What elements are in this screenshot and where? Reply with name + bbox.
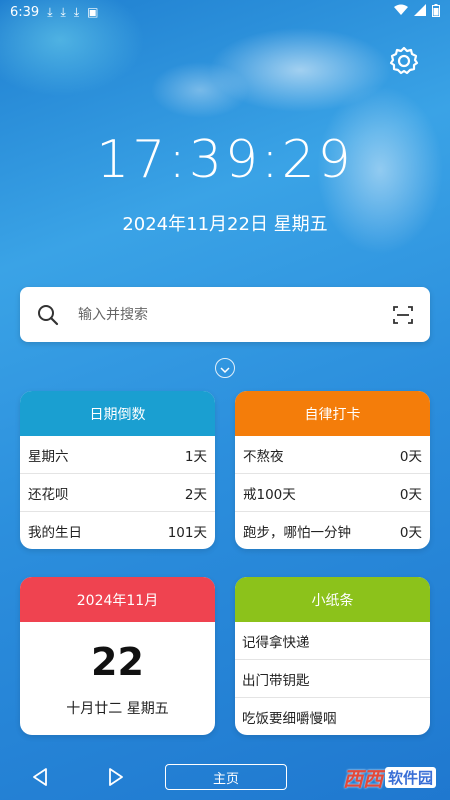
checkin-list: 不熬夜 0天 戒100天 0天 跑步，哪怕一分钟 0天: [235, 436, 430, 549]
notes-card[interactable]: 小纸条 记得拿快递 出门带钥匙 吃饭要细嚼慢咽: [235, 577, 430, 735]
calendar-lunar-date: 十月廿二 星期五: [66, 701, 169, 717]
scan-icon[interactable]: [376, 305, 430, 325]
system-icon: ▣: [87, 5, 99, 19]
note-item[interactable]: 出门带钥匙: [235, 659, 430, 697]
search-bar: [20, 287, 430, 342]
checkin-item-name: 戒100天: [243, 486, 296, 503]
expand-chevron-button[interactable]: [215, 358, 235, 378]
wifi-icon: [394, 4, 408, 20]
triangle-left-icon: [32, 768, 48, 790]
search-input[interactable]: [76, 305, 376, 324]
note-item[interactable]: 吃饭要细嚼慢咽: [235, 697, 430, 735]
checkin-item-days: 0天: [399, 524, 422, 541]
countdown-item-days: 101天: [167, 524, 207, 541]
countdown-item-name: 星期六: [28, 448, 69, 465]
settings-button[interactable]: [386, 45, 422, 81]
watermark-logo: 西西 软件园: [343, 763, 436, 792]
signal-icon: [414, 4, 426, 20]
countdown-item-days: 1天: [184, 448, 207, 465]
date-display: 2024年11月22日 星期五: [122, 214, 328, 235]
watermark-text: 西西: [342, 767, 383, 791]
bottom-nav: 主页 西西 软件园: [0, 756, 450, 800]
checkin-item-days: 0天: [399, 448, 422, 465]
notes-list: 记得拿快递 出门带钥匙 吃饭要细嚼慢咽: [235, 622, 430, 735]
calendar-card[interactable]: 2024年11月 22 十月廿二 星期五: [20, 577, 215, 735]
chevron-down-icon: [220, 359, 230, 378]
countdown-card[interactable]: 日期倒数 星期六 1天 还花呗 2天 我的生日 101天: [20, 391, 215, 549]
triangle-right-icon: [108, 768, 124, 790]
clock: 17:39:29: [96, 130, 354, 190]
back-button[interactable]: [32, 768, 48, 790]
checkin-item[interactable]: 跑步，哪怕一分钟 0天: [235, 511, 430, 549]
download-icon: ⤓: [60, 4, 66, 19]
watermark-subtext: 软件园: [384, 767, 436, 788]
gear-icon: [388, 45, 420, 81]
status-bar: 6:39 ⤓ ⤓ ⤓ ▣: [0, 0, 450, 24]
checkin-item-days: 0天: [399, 486, 422, 503]
home-button[interactable]: 主页: [165, 764, 287, 790]
search-icon[interactable]: [20, 304, 76, 326]
countdown-item-days: 2天: [184, 486, 207, 503]
countdown-item[interactable]: 星期六 1天: [20, 436, 215, 473]
checkin-card[interactable]: 自律打卡 不熬夜 0天 戒100天 0天 跑步，哪怕一分钟 0天: [235, 391, 430, 549]
countdown-item-name: 我的生日: [28, 524, 82, 541]
checkin-item[interactable]: 戒100天 0天: [235, 473, 430, 511]
notes-title: 小纸条: [235, 577, 430, 622]
calendar-day: 22: [91, 640, 144, 684]
countdown-list: 星期六 1天 还花呗 2天 我的生日 101天: [20, 436, 215, 549]
note-item[interactable]: 记得拿快递: [235, 622, 430, 659]
countdown-item[interactable]: 我的生日 101天: [20, 511, 215, 549]
checkin-item[interactable]: 不熬夜 0天: [235, 436, 430, 473]
checkin-item-name: 不熬夜: [243, 448, 284, 465]
battery-icon: [432, 3, 440, 21]
download-icon: ⤓: [73, 4, 80, 19]
countdown-item-name: 还花呗: [28, 486, 69, 503]
checkin-title: 自律打卡: [235, 391, 430, 436]
calendar-month: 2024年11月: [20, 577, 215, 622]
countdown-item[interactable]: 还花呗 2天: [20, 473, 215, 511]
checkin-item-name: 跑步，哪怕一分钟: [243, 524, 351, 541]
download-icon: ⤓: [47, 4, 53, 19]
countdown-title: 日期倒数: [20, 391, 215, 436]
status-time: 6:39: [10, 4, 40, 20]
forward-button[interactable]: [108, 768, 124, 790]
